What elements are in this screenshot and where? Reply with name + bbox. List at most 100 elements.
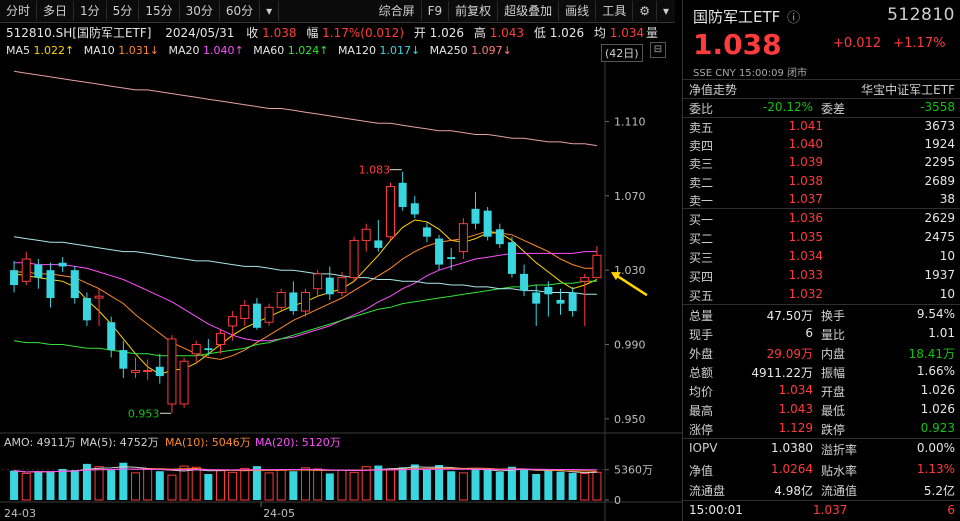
stat-0-row: 总量 47.50万 换手 9.54%: [683, 305, 960, 324]
stat-4-row: 均价 1.034 开盘 1.026: [683, 381, 960, 400]
close-value: 1.038: [262, 26, 297, 40]
stat-3-row: 总额 4911.22万 振幅 1.66%: [683, 362, 960, 381]
bid-3-row: 买三 1.034 10: [683, 247, 960, 266]
volume-bar-7: [94, 466, 104, 501]
volume-bar-28: [349, 471, 359, 501]
low-value: 1.026: [549, 26, 585, 40]
nav-trend-link[interactable]: 净值走势: [689, 81, 737, 98]
candle-body-6: [82, 298, 91, 321]
candle-body-34: [422, 227, 431, 237]
bid-4-row: 买四 1.033 1937: [683, 266, 960, 285]
tool-button-2[interactable]: 前复权: [449, 1, 499, 21]
weicha-label: 委差: [821, 102, 846, 116]
chart-toolbar: 分时 多日 1分 5分 15分 30分 60分 ▾ 综合屏 F9 前复权 超级叠加 画线 工具 ⚙ ▾: [0, 0, 675, 23]
volume-bar-12: [155, 471, 164, 500]
stat-4-value-b: 1.026: [920, 383, 955, 397]
amplitude-value: 1.17%(0.012): [322, 26, 404, 40]
stat-1-value-b: 1.01: [928, 326, 955, 340]
candle-body-23: [289, 292, 298, 312]
volume-bar-10: [130, 472, 141, 501]
etf-stat-1-value-b: 1.13%: [916, 461, 955, 476]
y-tick-label-4: 0.950: [614, 413, 646, 426]
candle-body-7: [94, 295, 104, 299]
bid-5-volume: 10: [939, 287, 955, 301]
candle-body-21: [264, 306, 274, 323]
bid-4-volume: 1937: [924, 268, 955, 282]
tool-button-0[interactable]: 综合屏: [373, 1, 422, 21]
volume-tick-label-1: 0: [614, 494, 621, 507]
tool-button-5[interactable]: 工具: [596, 1, 634, 21]
order-ratio-row: 委比 -20.12% 委差 -3558: [683, 98, 960, 117]
tool-button-7[interactable]: ▾: [657, 1, 675, 21]
info-icon[interactable]: ⓘ: [787, 11, 800, 26]
bid-5-row: 买五 1.032 10: [683, 285, 960, 304]
market-meta: SSE CNY 15:00:09 闭市: [693, 68, 808, 79]
volume-bar-0: [10, 470, 19, 500]
last-trade-price: 1.037: [813, 503, 848, 517]
period-tab-2[interactable]: 1分: [74, 1, 107, 21]
candle-body-43: [532, 292, 541, 304]
ask-3-label: 卖三: [689, 157, 714, 172]
candle-body-37: [458, 223, 468, 253]
candle-body-5: [70, 270, 79, 299]
candle-body-26: [325, 277, 334, 295]
stat-0-value-a: 47.50万: [766, 309, 813, 323]
etf-stat-0-value-b: 0.00%: [916, 441, 955, 455]
days-range-badge[interactable]: (42日): [601, 44, 643, 62]
candle-body-40: [495, 229, 504, 245]
tool-button-1[interactable]: F9: [422, 1, 450, 21]
volume-bar-43: [532, 474, 541, 500]
etf-stat-1-label-a: 净值: [689, 463, 714, 478]
etf-stat-2-value-b: 5.2亿: [923, 484, 955, 498]
volume-bar-22: [276, 469, 286, 501]
ma250-value: 1.097↓: [471, 44, 512, 57]
period-tab-7[interactable]: ▾: [260, 1, 280, 21]
etf-stat-0-row: IOPV 1.0380 溢折率 0.00%: [683, 439, 960, 458]
avg-label: 均: [593, 26, 606, 40]
volume-bar-24: [300, 467, 311, 501]
ma120-label: MA120: [337, 44, 376, 57]
bid-2-price: 1.035: [788, 230, 823, 244]
candle-body-9: [119, 350, 128, 369]
ask-3-row: 卖三 1.039 2295: [683, 153, 960, 172]
volume-bar-15: [191, 466, 201, 501]
collapse-icon[interactable]: ⊟: [650, 42, 666, 58]
stat-1-label-a: 现手: [689, 328, 714, 342]
volume-bar-5: [70, 470, 79, 500]
candle-body-22: [276, 291, 286, 308]
candle-body-44: [544, 286, 553, 295]
period-tab-4[interactable]: 15分: [139, 1, 180, 21]
candle-body-24: [300, 291, 311, 312]
period-tab-1[interactable]: 多日: [37, 1, 75, 21]
ma10-value: 1.031↓: [118, 44, 159, 57]
tool-button-6[interactable]: ⚙: [633, 1, 657, 21]
candle-body-11: [143, 370, 153, 373]
period-tab-3[interactable]: 5分: [107, 1, 140, 21]
ask-4-row: 卖四 1.040 1924: [683, 135, 960, 154]
y-tick-label-3: 0.990: [614, 339, 646, 352]
ask-1-label: 卖一: [689, 193, 714, 208]
ask-4-volume: 1924: [924, 137, 955, 152]
stat-0-label-a: 总量: [689, 309, 714, 323]
period-tab-6[interactable]: 60分: [220, 1, 261, 21]
nav-row[interactable]: 净值走势 华宝中证军工ETF: [683, 79, 960, 98]
ma-line-ma250: [14, 70, 597, 147]
candle-body-15: [191, 344, 201, 355]
volume-bar-39: [483, 470, 492, 500]
low-label: 低: [533, 26, 546, 40]
volume-bar-27: [337, 469, 347, 501]
candle-body-46: [568, 292, 577, 312]
avg-value: 1.034: [609, 26, 645, 40]
volume-bar-11: [143, 469, 153, 501]
volume-bar-8: [107, 470, 116, 500]
stat-4-label-a: 均价: [689, 385, 714, 399]
tool-button-3[interactable]: 超级叠加: [498, 1, 560, 21]
volume-tail-label: 量: [646, 26, 659, 40]
period-tab-0[interactable]: 分时: [0, 1, 38, 21]
tool-button-4[interactable]: 画线: [559, 1, 597, 21]
period-tab-5[interactable]: 30分: [180, 1, 220, 21]
stat-6-label-b: 跌停: [821, 423, 846, 437]
candle-body-27: [337, 277, 347, 293]
bid-1-row: 买一 1.036 2629: [683, 209, 960, 228]
candle-body-35: [435, 238, 444, 265]
